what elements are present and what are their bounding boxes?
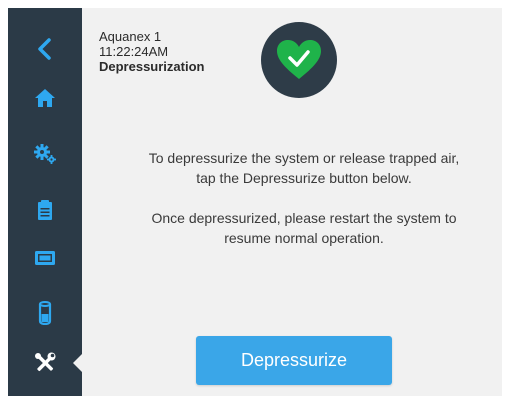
chevron-left-icon (38, 38, 51, 60)
device-name: Aquanex 1 (99, 29, 162, 44)
gears-icon (34, 144, 56, 164)
sidebar-item-home[interactable] (8, 73, 82, 123)
restart-note-text: Once depressurized, please restart the s… (151, 210, 457, 246)
heart-check-icon (277, 40, 321, 79)
home-icon (35, 89, 55, 107)
sidebar-item-log[interactable] (8, 185, 82, 235)
tools-icon (35, 352, 56, 372)
sidebar-item-back[interactable] (8, 24, 82, 74)
current-time: 11:22:24AM (99, 44, 169, 59)
depressurize-button[interactable]: Depressurize (196, 336, 392, 385)
instruction-text: To depressurize the system or release tr… (148, 150, 460, 186)
sidebar-item-display[interactable] (8, 233, 82, 283)
sidebar-item-tools[interactable] (8, 338, 83, 388)
sidebar-item-tank[interactable] (8, 288, 82, 338)
depressurization-screen: Aquanex 1 11:22:24AM Depressurization To… (8, 8, 502, 396)
cylinder-icon (38, 301, 52, 325)
clipboard-icon (38, 200, 52, 220)
header-info: Aquanex 1 11:22:24AM Depressurization (99, 29, 204, 74)
status-badge (261, 22, 337, 98)
sidebar (8, 8, 83, 396)
sidebar-item-settings[interactable] (8, 129, 82, 179)
display-icon (35, 251, 55, 265)
page-title: Depressurization (99, 59, 205, 74)
